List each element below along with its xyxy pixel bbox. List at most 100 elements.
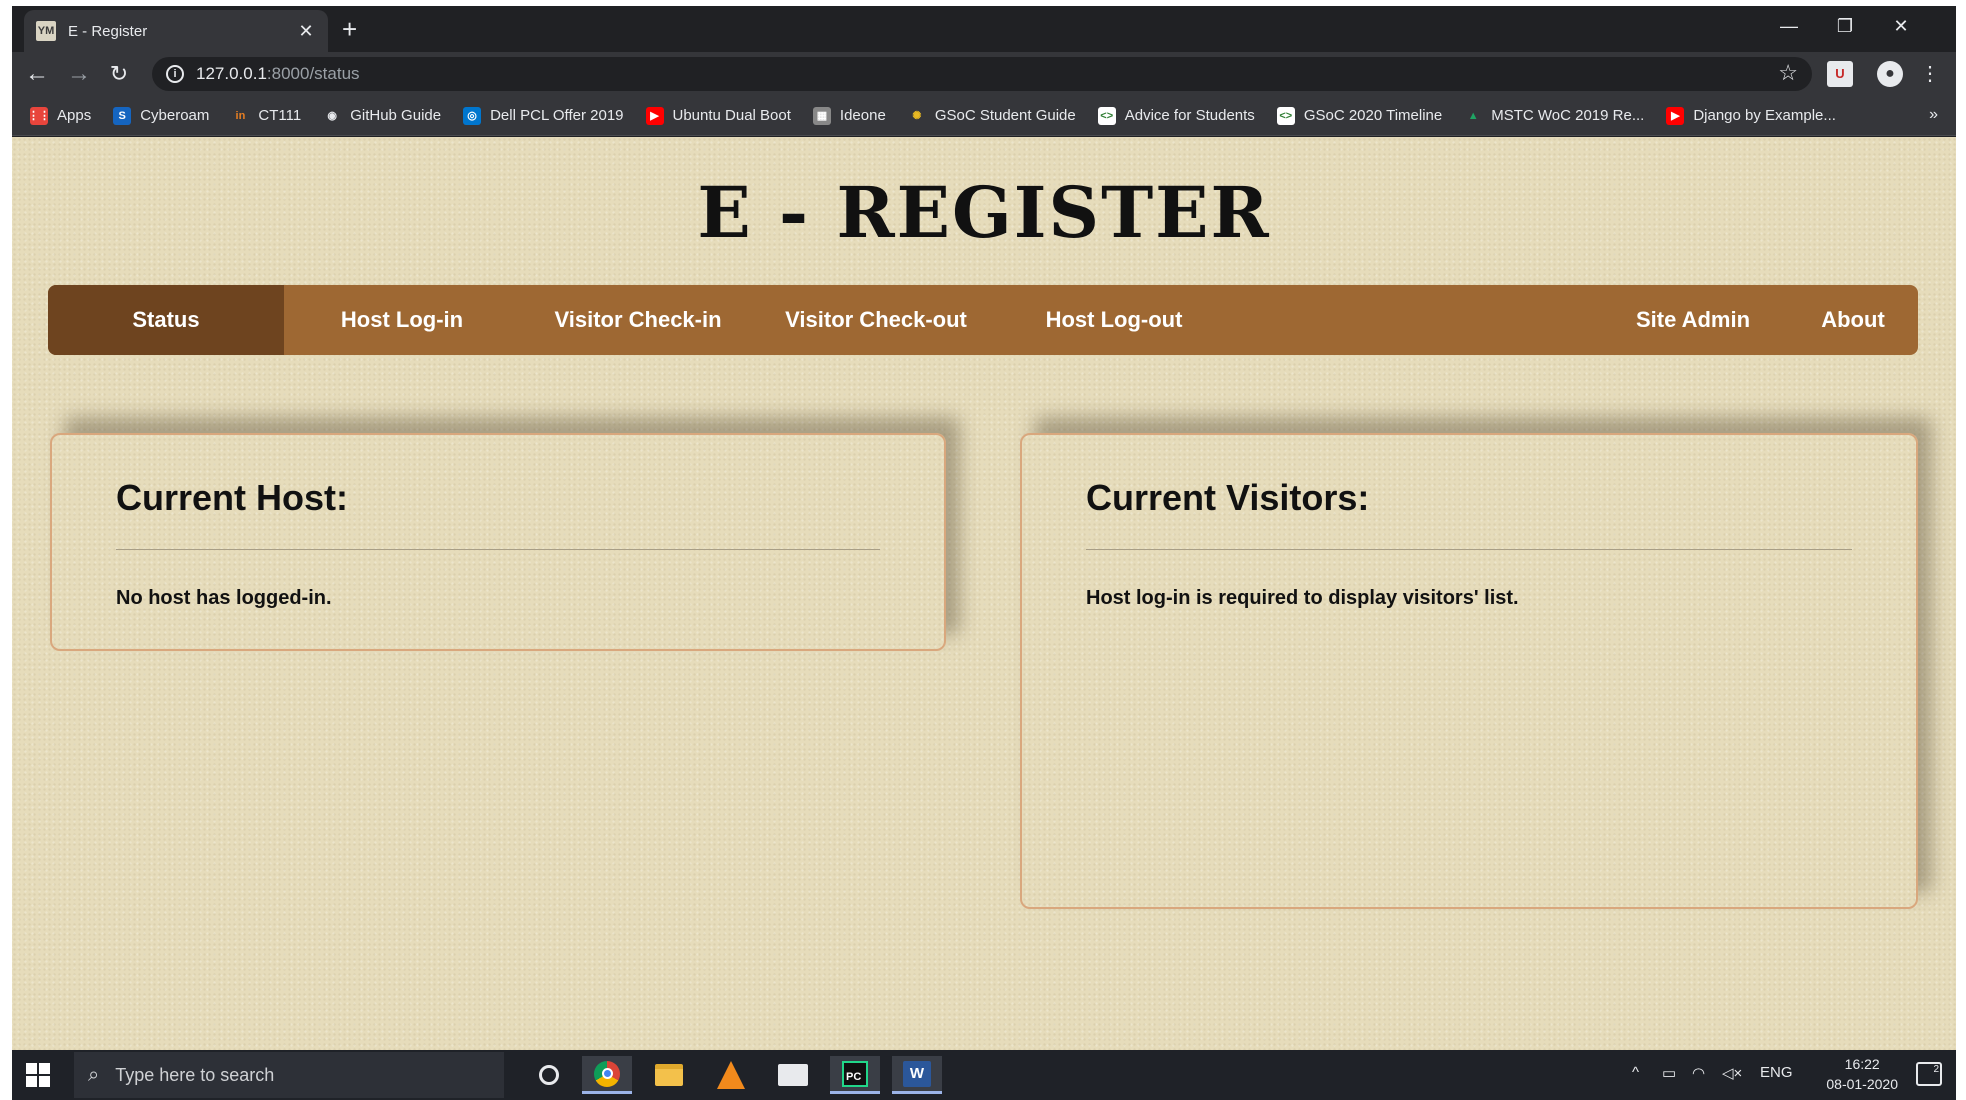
ct111-icon: in	[235, 109, 246, 122]
current-host-title: Current Host:	[116, 477, 348, 518]
minimize-icon[interactable]: —	[1774, 16, 1804, 37]
nav-visitor-checkin[interactable]: Visitor Check-in	[520, 285, 756, 355]
extension-icon[interactable]: U	[1827, 61, 1853, 87]
reload-icon[interactable]: ↻	[104, 60, 134, 88]
bookmark-item[interactable]: <> GSoC 2020 Timeline	[1276, 106, 1443, 125]
bookmark-item[interactable]: ◉ GitHub Guide	[323, 107, 441, 125]
profile-icon[interactable]: ●	[1877, 61, 1903, 87]
new-tab-icon[interactable]: +	[342, 16, 357, 42]
bookmark-item[interactable]: ◎ Dell PCL Offer 2019	[463, 106, 624, 125]
taskbar-clock[interactable]: 16:22 08-01-2020	[1826, 1054, 1898, 1094]
show-hidden-icons-icon[interactable]: ^	[1632, 1064, 1639, 1081]
youtube-icon: ▶	[1666, 106, 1685, 125]
bookmark-item[interactable]: ✺ GSoC Student Guide	[908, 107, 1076, 125]
bookmark-item[interactable]: ⋮⋮ Apps	[28, 106, 92, 125]
mail-icon[interactable]	[768, 1056, 818, 1094]
nav-host-logout[interactable]: Host Log-out	[996, 285, 1232, 355]
notification-count: 2	[1933, 1064, 1939, 1075]
web-page: E - REGISTER Status Host Log-in Visitor …	[12, 137, 1956, 1050]
current-host-message: No host has logged-in.	[116, 587, 332, 609]
nav-visitor-checkout[interactable]: Visitor Check-out	[756, 285, 996, 355]
bookmark-item[interactable]: ▦ Ideone	[812, 106, 886, 125]
gsoc-icon: ✺	[912, 110, 922, 122]
clock-time: 16:22	[1844, 1056, 1880, 1072]
nav-about[interactable]: About	[1788, 285, 1918, 355]
browser-toolbar: ← → ↻ i 127.0.0.1:8000/status ☆ U ● ⋮	[12, 52, 1956, 96]
search-icon: ⌕	[88, 1063, 100, 1086]
current-visitors-message: Host log-in is required to display visit…	[1086, 587, 1519, 609]
nav-site-admin[interactable]: Site Admin	[1598, 285, 1788, 355]
file-explorer-icon[interactable]	[644, 1056, 694, 1094]
notification-center-icon[interactable]: 2	[1916, 1062, 1942, 1086]
vlc-icon[interactable]	[706, 1056, 756, 1094]
bookmark-item[interactable]: <> Advice for Students	[1097, 106, 1255, 125]
browser-window: YM E - Register ✕ + — ❐ ✕ ← → ↻ i 127.0.…	[12, 6, 1956, 1100]
bookmark-label: Advice for Students	[1124, 107, 1255, 124]
cortana-icon[interactable]	[524, 1056, 574, 1094]
bookmark-label: GSoC Student Guide	[934, 107, 1076, 124]
site-favicon-icon: YM	[36, 21, 56, 41]
bookmark-label: Django by Example...	[1693, 107, 1836, 124]
pycharm-icon[interactable]: PC	[830, 1056, 880, 1094]
ideone-icon: ▦	[812, 106, 831, 125]
divider	[1086, 549, 1852, 550]
bookmark-label: CT111	[258, 107, 302, 124]
bookmark-label: Apps	[57, 107, 92, 124]
youtube-icon: ▶	[645, 106, 664, 125]
address-bar[interactable]: i 127.0.0.1:8000/status ☆	[152, 57, 1812, 91]
info-icon[interactable]: i	[166, 65, 184, 83]
url-host: 127.0.0.1	[196, 64, 267, 83]
restore-icon[interactable]: ❐	[1830, 16, 1860, 37]
current-visitors-title: Current Visitors:	[1086, 477, 1370, 518]
back-arrow-icon[interactable]: ←	[22, 60, 52, 88]
nav-host-login[interactable]: Host Log-in	[284, 285, 520, 355]
bookmarks-overflow-icon[interactable]: »	[1929, 106, 1938, 124]
bookmark-label: GSoC 2020 Timeline	[1303, 107, 1443, 124]
windows-start-icon[interactable]	[26, 1063, 50, 1087]
apps-grid-icon: ⋮⋮	[28, 106, 50, 125]
current-host-card: Current Host: No host has logged-in.	[50, 433, 946, 651]
volume-muted-icon[interactable]: ◁×	[1722, 1064, 1742, 1082]
windows-taskbar: ⌕ Type here to search PC W ^ ▭ ◠ ◁× ENG	[12, 1050, 1956, 1100]
bookmark-item[interactable]: ▲ MSTC WoC 2019 Re...	[1464, 107, 1645, 125]
language-indicator[interactable]: ENG	[1760, 1064, 1793, 1081]
bookmark-label: Cyberoam	[140, 107, 210, 124]
dell-icon: ◎	[463, 106, 482, 125]
bookmark-item[interactable]: ▶ Django by Example...	[1666, 106, 1836, 125]
bookmark-label: MSTC WoC 2019 Re...	[1491, 107, 1645, 124]
code-icon: <>	[1276, 106, 1295, 125]
github-icon: ◉	[327, 110, 337, 122]
browser-tab[interactable]: YM E - Register ✕	[24, 10, 328, 52]
close-window-icon[interactable]: ✕	[1886, 16, 1916, 37]
chrome-icon[interactable]	[582, 1056, 632, 1094]
menu-dots-icon[interactable]: ⋮	[1917, 61, 1943, 87]
bookmark-star-icon[interactable]: ☆	[1778, 60, 1798, 86]
bookmark-item[interactable]: ▶ Ubuntu Dual Boot	[645, 106, 791, 125]
bookmarks-bar: ⋮⋮ Apps S Cyberoam in CT111 ◉ GitHub Guide ◎ Dell…	[12, 96, 1956, 136]
url-path: :8000/status	[266, 64, 360, 83]
nav-status[interactable]: Status	[48, 285, 284, 355]
forward-arrow-icon[interactable]: →	[64, 60, 94, 88]
bookmark-label: Dell PCL Offer 2019	[490, 107, 624, 124]
bookmark-label: Ideone	[839, 107, 886, 124]
divider	[116, 549, 880, 550]
wifi-icon[interactable]: ◠	[1692, 1064, 1705, 1082]
cyberoam-icon: S	[113, 106, 132, 125]
bookmark-item[interactable]: in CT111	[231, 107, 302, 125]
bookmark-label: Ubuntu Dual Boot	[672, 107, 791, 124]
clock-date: 08-01-2020	[1826, 1076, 1898, 1092]
google-drive-icon: ▲	[1467, 109, 1479, 122]
bookmark-item[interactable]: S Cyberoam	[113, 106, 210, 125]
taskbar-search-box[interactable]: ⌕ Type here to search	[74, 1052, 504, 1098]
site-title: E - REGISTER	[697, 171, 1271, 254]
bookmark-label: GitHub Guide	[350, 107, 442, 124]
close-tab-icon[interactable]: ✕	[296, 21, 316, 42]
code-icon: <>	[1097, 106, 1116, 125]
word-icon[interactable]: W	[892, 1056, 942, 1094]
taskbar-search-placeholder: Type here to search	[115, 1064, 275, 1085]
tab-strip: YM E - Register ✕ + — ❐ ✕	[12, 6, 1956, 52]
main-navbar: Status Host Log-in Visitor Check-in Visi…	[48, 285, 1918, 355]
tab-title: E - Register	[68, 22, 148, 40]
battery-icon[interactable]: ▭	[1662, 1064, 1676, 1082]
current-visitors-card: Current Visitors: Host log-in is require…	[1020, 433, 1918, 909]
